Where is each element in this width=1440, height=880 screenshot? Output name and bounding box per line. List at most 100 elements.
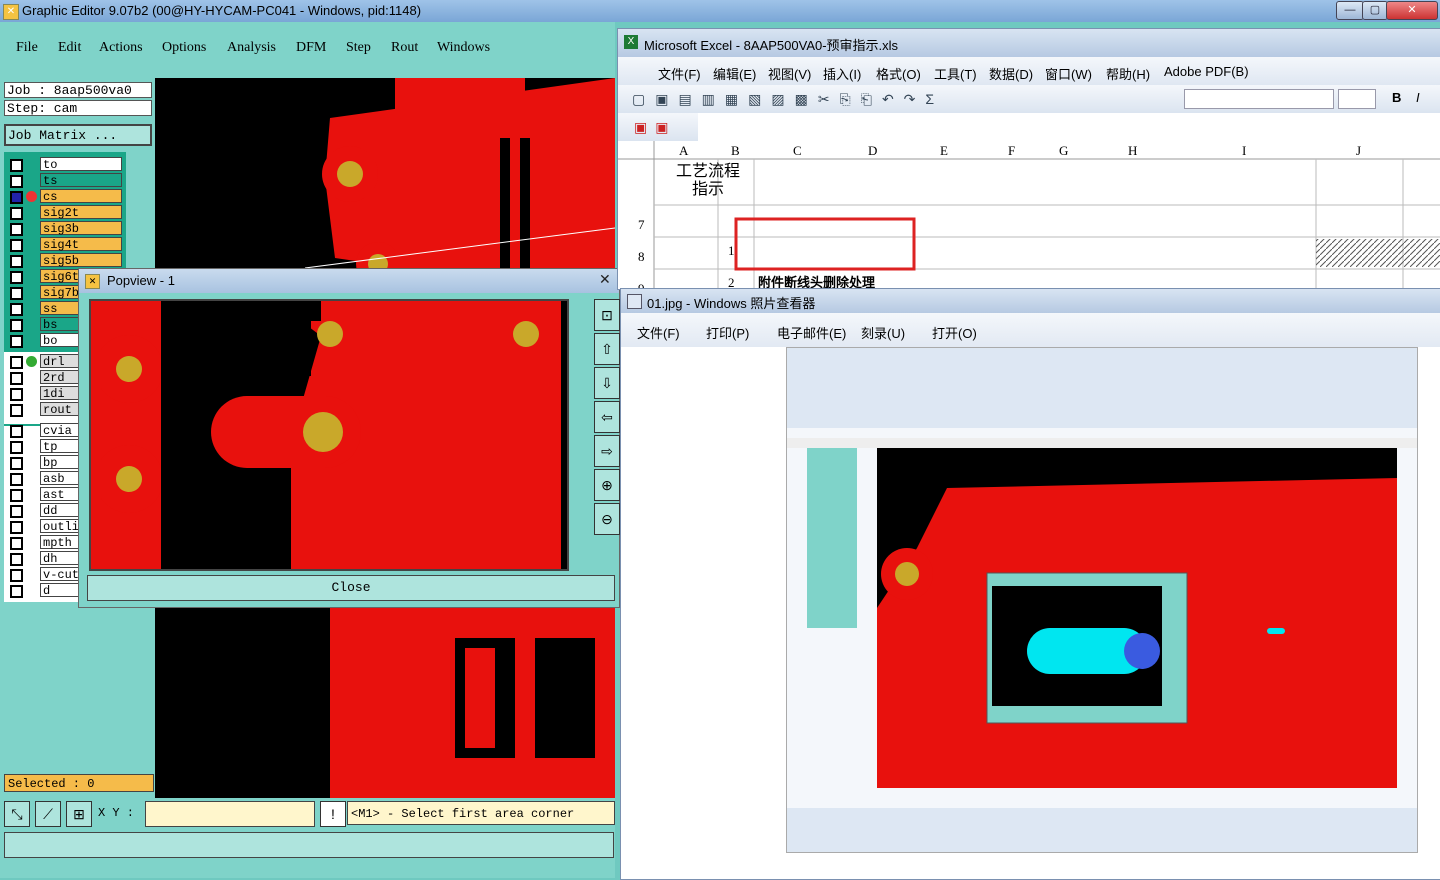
genesis-titlebar: ✕ Graphic Editor 9.07b2 (00@HY-HYCAM-PC0…	[0, 0, 1440, 22]
status-prompt: <M1> - Select first area corner	[347, 801, 615, 825]
col-header-c[interactable]: C	[793, 143, 802, 159]
excel-menu-data[interactable]: 数据(D)	[989, 64, 1033, 83]
selected-count: Selected : 0	[4, 774, 154, 792]
cell-b8[interactable]: 1	[728, 243, 735, 259]
row-header-7[interactable]: 7	[638, 217, 645, 233]
bold-icon[interactable]: B	[1392, 90, 1401, 105]
col-header-f[interactable]: F	[1008, 143, 1015, 159]
excel-title: Microsoft Excel - 8AAP500VA0-预审指示.xls	[644, 38, 899, 53]
pan-right-icon[interactable]: ⇨	[594, 435, 620, 467]
pdf-icon[interactable]: ▣▣	[634, 119, 676, 136]
app-icon: ✕	[3, 4, 19, 20]
photo-app-icon	[627, 294, 642, 309]
excel-menubar: 文件(F) 编辑(E) 视图(V) 插入(I) 格式(O) 工具(T) 数据(D…	[618, 57, 1440, 85]
excel-menu-window[interactable]: 窗口(W)	[1045, 64, 1092, 83]
col-header-j[interactable]: J	[1356, 143, 1361, 159]
job-field: Job : 8aap500va0	[4, 82, 152, 98]
menu-windows[interactable]: Windows	[437, 40, 490, 56]
xy-input[interactable]	[145, 801, 315, 827]
popview-canvas[interactable]	[89, 299, 569, 571]
pan-down-icon[interactable]: ⇩	[594, 367, 620, 399]
pv-menu-burn[interactable]: 刻录(U)	[861, 323, 905, 342]
job-matrix-button[interactable]: Job Matrix ...	[4, 124, 152, 146]
zoom-out-icon[interactable]: ⊖	[594, 503, 620, 535]
window-title: Graphic Editor 9.07b2 (00@HY-HYCAM-PC041…	[22, 3, 422, 18]
excel-standard-toolbar: ▢▣▤▥▦▧▨▩✂⎘⎗↶↷Σ B I	[618, 85, 1440, 113]
popview-close-button[interactable]: Close	[87, 575, 615, 601]
photo-image[interactable]	[786, 347, 1418, 853]
genesis-menubar: File Edit Actions Options Analysis DFM S…	[0, 22, 615, 78]
excel-menu-view[interactable]: 视图(V)	[768, 64, 811, 83]
pv-menu-open[interactable]: 打开(O)	[932, 323, 977, 342]
menu-edit[interactable]: Edit	[58, 40, 81, 56]
photo-viewer-titlebar: 01.jpg - Windows 照片查看器	[621, 289, 1440, 313]
layer-row-sig3b[interactable]: sig3b	[8, 221, 124, 236]
pv-menu-email[interactable]: 电子邮件(E)	[777, 323, 846, 342]
excel-menu-file[interactable]: 文件(F)	[658, 64, 701, 83]
menu-analysis[interactable]: Analysis	[227, 40, 276, 56]
excel-titlebar: X Microsoft Excel - 8AAP500VA0-预审指示.xls	[618, 29, 1440, 57]
zoom-in-icon[interactable]: ⊕	[594, 469, 620, 501]
pan-left-icon[interactable]: ⇦	[594, 401, 620, 433]
font-size-select[interactable]	[1338, 89, 1376, 109]
col-header-b[interactable]: B	[731, 143, 740, 159]
excel-menu-adobe-pdf[interactable]: Adobe PDF(B)	[1164, 64, 1249, 79]
col-header-h[interactable]: H	[1128, 143, 1137, 159]
menu-rout[interactable]: Rout	[391, 40, 418, 56]
menu-step[interactable]: Step	[346, 40, 371, 56]
cell-a7[interactable]: 工艺流程 指示	[668, 163, 748, 199]
maximize-button[interactable]: ▢	[1362, 1, 1388, 20]
col-header-d[interactable]: D	[868, 143, 877, 159]
menu-options[interactable]: Options	[162, 40, 206, 56]
layer-row-to[interactable]: to	[8, 157, 124, 172]
excel-menu-insert[interactable]: 插入(I)	[823, 64, 861, 83]
layer-row-ts[interactable]: ts	[8, 173, 124, 188]
photo-viewer-title: 01.jpg - Windows 照片查看器	[647, 296, 816, 311]
measure-icon[interactable]: ⟋	[35, 801, 61, 827]
excel-window: X Microsoft Excel - 8AAP500VA0-预审指示.xls …	[617, 28, 1440, 296]
menu-file[interactable]: File	[16, 40, 38, 56]
popview-window: ✕ Popview - 1 ✕ Close ⊡ ⇧ ⇩ ⇦ ⇨ ⊕ ⊖	[78, 268, 620, 608]
col-header-e[interactable]: E	[940, 143, 948, 159]
menu-dfm[interactable]: DFM	[296, 40, 326, 56]
col-header-g[interactable]: G	[1059, 143, 1068, 159]
close-window-button[interactable]: ✕	[1386, 1, 1438, 20]
popview-title: Popview - 1	[107, 273, 175, 288]
photo-screenshot-artwork	[787, 348, 1417, 852]
message-line	[4, 832, 614, 858]
excel-grid[interactable]: A B C D E F G H I J 7 8 9 工艺流程 指示 1 2 附件…	[618, 141, 1440, 296]
zoom-home-icon[interactable]: ⊡	[594, 299, 620, 331]
menu-actions[interactable]: Actions	[99, 40, 143, 56]
popview-titlebar: ✕ Popview - 1 ✕	[79, 269, 619, 293]
pan-up-icon[interactable]: ⇧	[594, 333, 620, 365]
italic-icon[interactable]: I	[1416, 90, 1420, 105]
alert-icon[interactable]: !	[320, 801, 346, 827]
layer-row-sig4t[interactable]: sig4t	[8, 237, 124, 252]
excel-menu-edit[interactable]: 编辑(E)	[713, 64, 756, 83]
excel-pdf-toolbar: ▣▣	[618, 113, 698, 141]
layer-row-sig2t[interactable]: sig2t	[8, 205, 124, 220]
popview-app-icon: ✕	[85, 274, 100, 289]
excel-menu-help[interactable]: 帮助(H)	[1106, 64, 1150, 83]
zoom-box-icon[interactable]: ⤡	[4, 801, 30, 827]
row-header-8[interactable]: 8	[638, 249, 645, 265]
pv-menu-print[interactable]: 打印(P)	[706, 323, 749, 342]
minimize-button[interactable]: —	[1336, 1, 1364, 20]
font-name-select[interactable]	[1184, 89, 1334, 109]
excel-app-icon: X	[624, 35, 638, 49]
layer-row-sig5b[interactable]: sig5b	[8, 253, 124, 268]
grid-icon[interactable]: ⊞	[66, 801, 92, 827]
excel-menu-format[interactable]: 格式(O)	[876, 64, 921, 83]
pv-menu-file[interactable]: 文件(F)	[637, 323, 680, 342]
photo-viewer-window: 01.jpg - Windows 照片查看器 文件(F) 打印(P) 电子邮件(…	[620, 288, 1440, 880]
step-field: Step: cam	[4, 100, 152, 116]
layer-row-cs[interactable]: cs	[8, 189, 124, 204]
col-header-a[interactable]: A	[679, 143, 688, 159]
popview-artwork	[91, 301, 567, 569]
excel-menu-tools[interactable]: 工具(T)	[934, 64, 977, 83]
photo-viewer-menubar: 文件(F) 打印(P) 电子邮件(E) 刻录(U) 打开(O)	[621, 313, 1440, 347]
popview-close-icon[interactable]: ✕	[599, 271, 611, 288]
toolbar-icons[interactable]: ▢▣▤▥▦▧▨▩✂⎘⎗↶↷Σ	[632, 91, 944, 108]
xy-label: X Y :	[98, 806, 135, 820]
col-header-i[interactable]: I	[1242, 143, 1246, 159]
